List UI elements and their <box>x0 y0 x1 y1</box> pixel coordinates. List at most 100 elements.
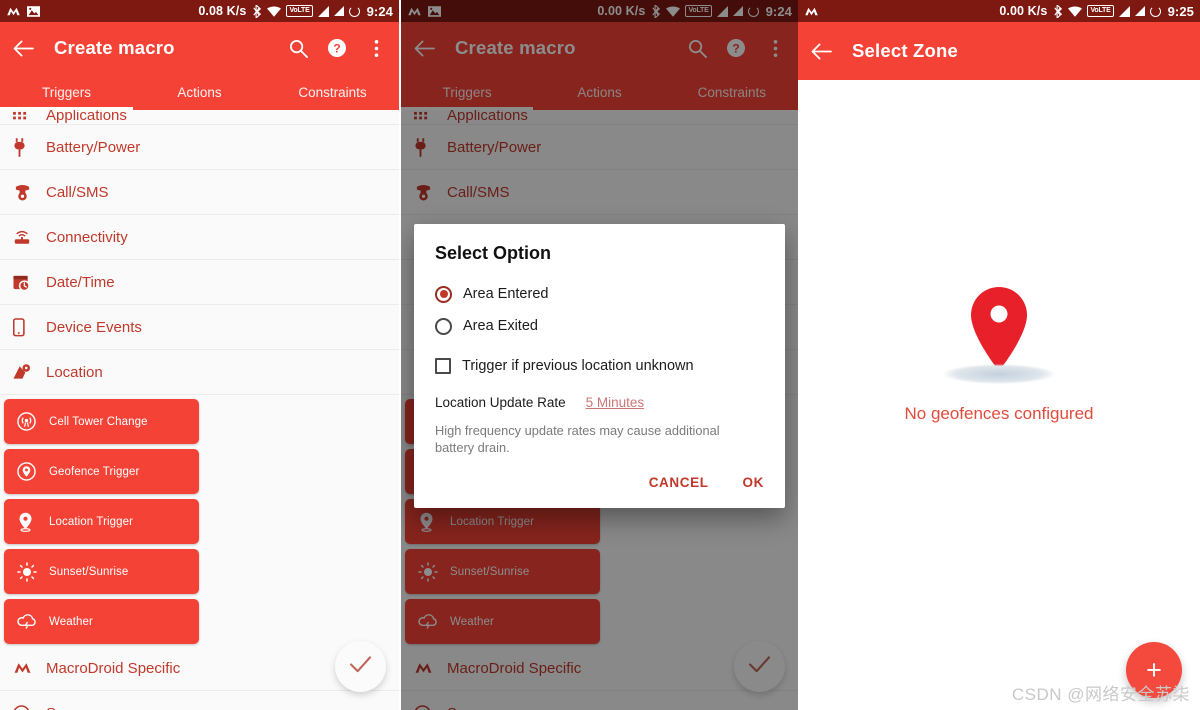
radio-option-area-entered[interactable]: Area Entered <box>435 278 764 310</box>
wifi-icon <box>1068 5 1083 17</box>
trigger-card-location-trigger[interactable]: Location Trigger <box>4 499 199 544</box>
ok-button[interactable]: OK <box>743 475 764 490</box>
location-update-rate-value[interactable]: 5 Minutes <box>586 395 645 410</box>
network-speed: 0.00 K/s <box>999 4 1048 18</box>
trigger-card-label: Sunset/Sunrise <box>49 565 129 578</box>
alarm-ring-icon <box>348 5 360 17</box>
router-wifi-icon <box>13 229 39 245</box>
status-bar: 0.00 K/s VoLTE 9:25 <box>798 0 1200 22</box>
power-plug-icon <box>13 137 39 157</box>
list-item-label: Call/SMS <box>46 183 109 201</box>
svg-text:?: ? <box>333 42 340 56</box>
arrow-back-icon[interactable] <box>810 40 832 62</box>
empty-state-text: No geofences configured <box>904 404 1094 423</box>
location-update-rate-label: Location Update Rate <box>435 395 566 410</box>
volte-badge: VoLTE <box>1087 5 1114 17</box>
checkbox-label: Trigger if previous location unknown <box>462 358 694 374</box>
map-pin-icon <box>13 363 39 381</box>
macrodroid-logo-icon <box>6 6 21 17</box>
trigger-card-label: Cell Tower Change <box>49 415 148 428</box>
watermark: CSDN @网络安全苏柒 <box>1011 685 1190 704</box>
trigger-card-label: Location Trigger <box>49 515 134 528</box>
radio-selected-icon <box>435 285 452 303</box>
checkbox-trigger-if-previous-location-unknown[interactable]: Trigger if previous location unknown <box>435 351 764 381</box>
trigger-card-grid: Cell Tower Change Geofence Trigger Locat… <box>0 395 399 646</box>
page-title: Create macro <box>54 37 175 58</box>
signal-sim1-icon <box>1118 5 1130 17</box>
geofence-pin-icon <box>17 462 41 481</box>
status-bar-system-icons: 0.00 K/s VoLTE 9:25 <box>999 4 1194 19</box>
category-list: Applications Battery/Power Call/SMS Conn… <box>0 110 399 395</box>
tab-actions[interactable]: Actions <box>133 74 266 110</box>
cell-tower-icon <box>17 412 41 431</box>
network-speed: 0.08 K/s <box>198 4 247 18</box>
list-item-label: MacroDroid Specific <box>46 659 181 677</box>
sun-icon <box>17 561 41 582</box>
radio-option-area-exited[interactable]: Area Exited <box>435 310 764 342</box>
location-pin-icon <box>17 512 41 532</box>
clock-time: 9:25 <box>1167 3 1194 19</box>
image-icon <box>27 5 40 17</box>
pin-shadow <box>943 364 1055 384</box>
apps-grid-icon <box>13 111 39 124</box>
tab-constraints[interactable]: Constraints <box>266 74 399 110</box>
arrow-back-icon[interactable] <box>12 37 34 59</box>
trigger-card-label: Geofence Trigger <box>49 465 140 478</box>
overflow-menu-icon[interactable] <box>365 37 387 59</box>
help-icon[interactable]: ? <box>326 37 348 59</box>
status-bar-system-icons: 0.08 K/s VoLTE 9:24 <box>198 4 393 19</box>
list-item-label: Location <box>46 363 103 381</box>
list-item[interactable]: Battery/Power <box>0 125 399 170</box>
confirm-fab[interactable] <box>335 641 386 692</box>
radio-unselected-icon <box>435 317 452 335</box>
empty-state: No geofences configured <box>798 286 1200 424</box>
trigger-card-label: Weather <box>49 615 93 628</box>
list-item-label: Battery/Power <box>46 138 141 156</box>
page-title: Select Zone <box>852 40 959 61</box>
list-item-label: Sensors <box>46 705 101 710</box>
signal-sim1-icon <box>317 5 329 17</box>
list-item[interactable]: Connectivity <box>0 215 399 260</box>
search-icon[interactable] <box>287 37 309 59</box>
list-item[interactable]: Applications <box>0 110 399 125</box>
trigger-card-cell-tower-change[interactable]: Cell Tower Change <box>4 399 199 444</box>
select-option-dialog: Select Option Area Entered Area Exited T… <box>414 224 785 508</box>
bluetooth-icon <box>253 4 262 18</box>
app-bar: Select Zone <box>798 22 1200 80</box>
list-item-label: Date/Time <box>46 273 115 291</box>
check-icon <box>349 655 372 679</box>
bluetooth-icon <box>1054 4 1063 18</box>
trigger-card-weather[interactable]: Weather <box>4 599 199 644</box>
calendar-clock-icon <box>13 274 39 291</box>
dialog-title: Select Option <box>435 243 552 263</box>
trigger-card-geofence-trigger[interactable]: Geofence Trigger <box>4 449 199 494</box>
cancel-button[interactable]: CANCEL <box>649 475 709 490</box>
status-bar-notifications <box>804 6 819 17</box>
checkbox-unchecked-icon <box>435 358 451 374</box>
cloud-weather-icon <box>17 613 41 630</box>
location-update-rate-row: Location Update Rate 5 Minutes <box>435 395 764 410</box>
tab-triggers[interactable]: Triggers <box>0 74 133 110</box>
macrodroid-logo-icon <box>804 6 819 17</box>
status-bar-notifications <box>6 5 40 17</box>
compass-icon <box>13 704 39 710</box>
status-bar: 0.08 K/s VoLTE 9:24 <box>0 0 399 22</box>
telephone-icon <box>13 184 39 201</box>
list-item-location[interactable]: Location <box>0 350 399 395</box>
phone-panel-create-macro-triggers: 0.08 K/s VoLTE 9:24 Create macro ? Trigg… <box>0 0 399 710</box>
tab-bar: Triggers Actions Constraints <box>0 74 399 110</box>
trigger-card-sunset-sunrise[interactable]: Sunset/Sunrise <box>4 549 199 594</box>
list-item[interactable]: Date/Time <box>0 260 399 305</box>
clock-time: 9:24 <box>366 3 393 19</box>
list-item[interactable]: Call/SMS <box>0 170 399 215</box>
list-item[interactable]: Sensors <box>0 691 399 710</box>
app-bar: Create macro ? Triggers Actions Constrai <box>0 22 399 110</box>
radio-option-label: Area Entered <box>463 286 549 302</box>
list-item[interactable]: Device Events <box>0 305 399 350</box>
battery-drain-hint: High frequency update rates may cause ad… <box>435 423 720 456</box>
signal-sim2-icon <box>333 6 344 16</box>
signal-sim2-icon <box>1134 6 1145 16</box>
smartphone-icon <box>13 317 39 337</box>
list-item-label: Connectivity <box>46 228 128 246</box>
phone-panel-select-option-dialog: 0.00 K/s VoLTE 9:24 Create macro ? Trigg… <box>401 0 798 710</box>
